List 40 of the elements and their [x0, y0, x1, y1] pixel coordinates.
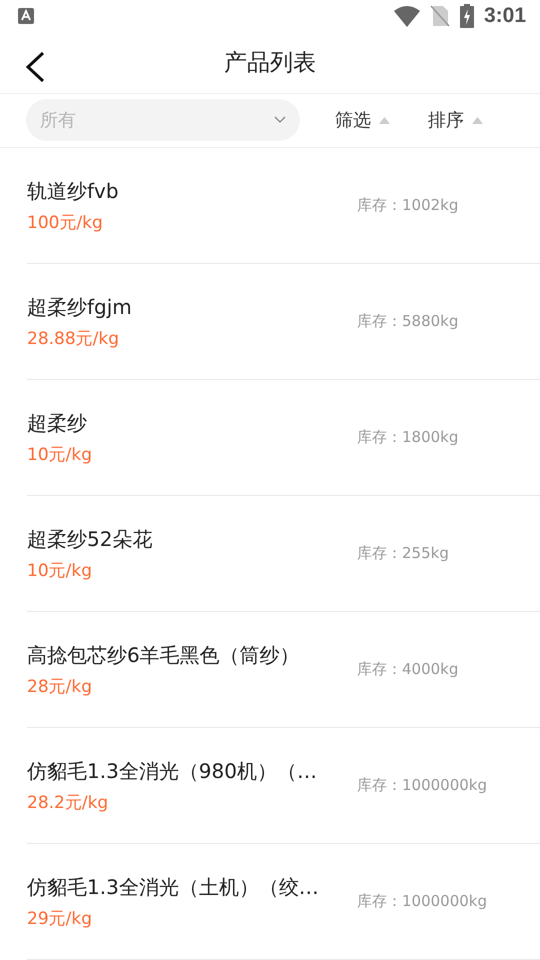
product-name: 高捻包芯纱6羊毛黑色（筒纱） — [27, 642, 301, 668]
product-name: 超柔纱fgjm — [27, 294, 133, 320]
keyboard-icon — [18, 8, 34, 24]
product-name: 超柔纱52朵花 — [27, 526, 154, 552]
product-name: 仿貂毛1.3全消光（土机）（绞… — [27, 874, 320, 900]
chevron-down-icon — [274, 116, 286, 124]
wifi-icon — [394, 4, 420, 27]
product-price: 100元/kg — [27, 212, 104, 234]
stock-text: 库存：1000000kg — [357, 892, 488, 911]
product-price: 28.2元/kg — [27, 792, 110, 814]
sort-filter-button[interactable]: 排序 — [428, 108, 483, 132]
stock-text: 库存：4000kg — [357, 660, 458, 679]
stock-text: 库存：1002kg — [357, 196, 458, 215]
stock-text: 库存：1800kg — [357, 428, 458, 447]
product-row[interactable]: 仿貂毛1.3全消光（980机）（… 28.2元/kg 库存：1000000kg — [27, 728, 540, 844]
product-price: 28元/kg — [27, 676, 93, 698]
product-name: 轨道纱fvb — [27, 178, 120, 204]
product-row[interactable]: 轨道纱fvb 100元/kg 库存：1002kg — [27, 148, 540, 264]
product-row[interactable]: 超柔纱52朵花 10元/kg 库存：255kg — [27, 496, 540, 612]
battery-icon — [460, 4, 474, 28]
status-time: 3:01 — [484, 4, 526, 28]
product-name: 超柔纱 — [27, 410, 88, 436]
product-name: 仿貂毛1.3全消光（980机）（… — [27, 758, 318, 784]
stock-text: 库存：5880kg — [357, 312, 458, 331]
product-price: 29元/kg — [27, 908, 93, 930]
triangle-up-icon — [379, 116, 390, 124]
stock-text: 库存：255kg — [357, 544, 449, 563]
page-title: 产品列表 — [224, 48, 316, 78]
product-price: 10元/kg — [27, 560, 93, 582]
stock-text: 库存：1000000kg — [357, 776, 488, 795]
triangle-up-icon — [472, 116, 483, 124]
back-icon[interactable] — [24, 51, 46, 84]
product-row[interactable]: 超柔纱 10元/kg 库存：1800kg — [27, 380, 540, 496]
sort-filter-button[interactable]: 筛选 — [335, 108, 390, 132]
product-row[interactable]: 超柔纱fgjm 28.88元/kg 库存：5880kg — [27, 264, 540, 380]
product-price: 28.88元/kg — [27, 328, 120, 350]
product-row[interactable]: 高捻包芯纱6羊毛黑色（筒纱） 28元/kg 库存：4000kg — [27, 612, 540, 728]
product-price: 10元/kg — [27, 444, 93, 466]
no-sim-icon — [430, 4, 450, 27]
product-row[interactable]: 仿貂毛1.3全消光（土机）（绞… 29元/kg 库存：1000000kg — [27, 844, 540, 960]
